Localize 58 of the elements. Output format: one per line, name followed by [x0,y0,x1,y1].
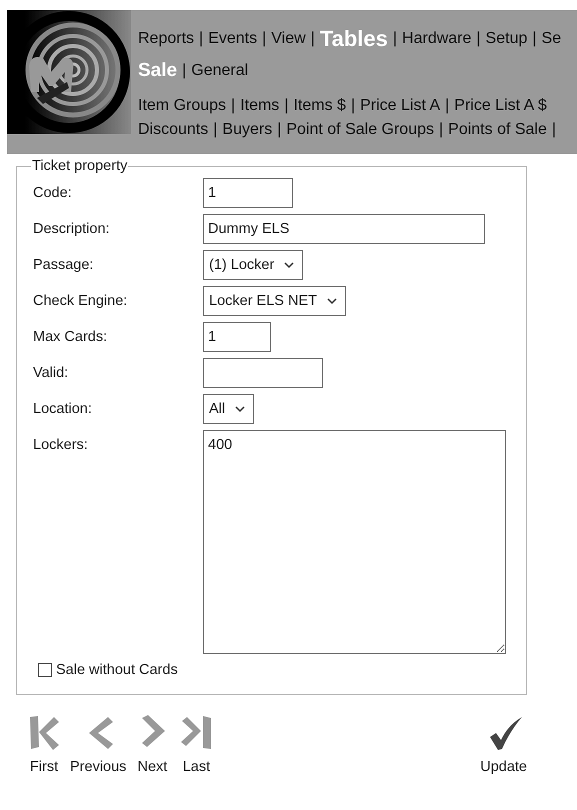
input-field[interactable] [203,358,323,388]
menu-link[interactable]: Point of Sale Groups [286,121,434,139]
menu-link[interactable]: Items [240,97,280,115]
chevron-down-icon [284,262,294,268]
menu-separator: | [532,30,537,48]
field-label: Passage: [33,256,94,273]
text-area[interactable]: 400 [203,430,506,654]
menu-separator: | [552,121,556,139]
menu-separator: | [310,30,315,48]
menu-link[interactable]: Price List A $ [454,97,547,115]
menu-separator: | [392,30,398,48]
nav-button[interactable]: First [24,713,64,775]
field-label: Location: [33,400,93,417]
input-field[interactable]: Dummy ELS [203,214,485,244]
menu-link[interactable]: View [271,30,306,48]
field-label: Code: [33,184,73,201]
menu-separator: | [350,97,356,115]
chevron-down-icon [235,406,246,412]
field-label: Lockers: [33,436,89,453]
menu-link[interactable]: Setup [486,30,528,48]
update-button[interactable]: Update [478,713,529,775]
nav-button[interactable]: Next [132,713,172,775]
dropdown[interactable]: All [203,394,254,424]
menu-separator: | [476,30,481,48]
menu-separator: | [284,97,288,115]
field-label: Check Engine: [33,292,128,309]
menu-separator: | [439,121,444,139]
menu-separator: | [182,62,186,80]
menu-link[interactable]: Reports [138,30,194,48]
menu-link[interactable]: Items $ [293,97,346,115]
nav-button[interactable]: Previous [68,713,128,775]
checkbox-label: Sale without Cards [56,662,178,678]
menu-separator: | [262,30,266,48]
nav-button[interactable]: Last [176,713,216,775]
menu-link[interactable]: Buyers [222,121,272,139]
input-field[interactable]: 1 [203,178,293,208]
group-title: Ticket property [31,158,128,174]
menu-link[interactable]: Price List A [360,97,440,115]
menu-link[interactable]: Discounts [138,121,208,139]
checkbox[interactable] [38,663,52,677]
field-label: Description: [33,220,111,237]
menu-link[interactable]: Item Groups [138,97,226,115]
field-label: Max Cards: [33,328,108,345]
menu-link[interactable]: Events [208,30,258,48]
menu-separator: | [277,121,282,139]
field-label: Valid: [33,364,70,381]
chevron-down-icon [327,298,337,304]
menu-separator: | [213,121,218,139]
menu-link[interactable]: Se [542,30,562,48]
menu-separator: | [445,97,450,115]
menu-separator: | [231,97,236,115]
dropdown[interactable]: (1) Locker [203,250,304,280]
input-field[interactable]: 1 [203,322,271,352]
menu-link[interactable]: Hardware [402,30,472,48]
menu-separator: | [199,30,204,48]
dropdown[interactable]: Locker ELS NET [203,286,346,316]
menu-link[interactable]: Points of Sale [448,121,547,139]
menu-link[interactable]: General [191,62,248,80]
